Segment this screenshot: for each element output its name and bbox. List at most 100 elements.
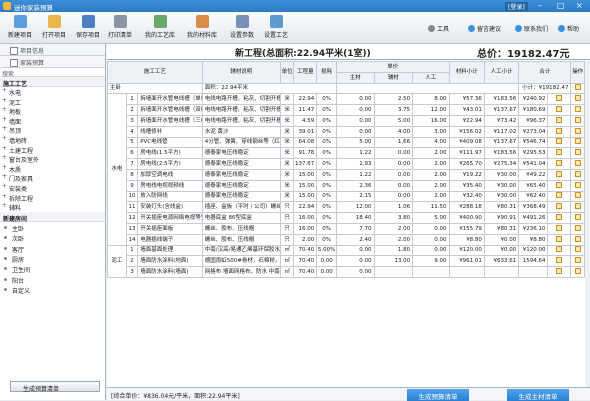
edit-icon[interactable] <box>574 106 581 113</box>
tab-project-info[interactable]: 项目信息 <box>0 44 105 56</box>
edit-icon[interactable] <box>574 203 581 210</box>
room-tree-header[interactable]: 新建房间 <box>0 211 105 223</box>
edit-icon[interactable] <box>574 246 581 253</box>
generate-budget-button[interactable]: 生成预算清单 <box>10 381 100 393</box>
checkbox-icon[interactable] <box>556 170 563 177</box>
my-craft-library-button[interactable]: 我的工艺库 <box>140 14 180 42</box>
table-row[interactable]: 12开关插座电源网络电视等安装电器底盒 86型底盒只16.000%18.403.… <box>108 212 585 224</box>
craft-item[interactable]: 地板 <box>0 106 105 116</box>
help-button[interactable]: 帮助 <box>558 24 579 33</box>
checkbox-icon[interactable] <box>556 257 563 264</box>
room-item[interactable]: 自定义 <box>0 284 105 295</box>
checkbox-icon[interactable] <box>556 138 563 145</box>
print-list-button[interactable]: 打印清单 <box>100 14 140 42</box>
table-row[interactable]: 泥工1墙面基面处理中南/汉高/易通乙烯基环保胶水，羊毛筒、滚筒等㎡70.405.… <box>107 244 585 278</box>
checkbox-icon[interactable] <box>556 192 563 199</box>
table-row[interactable]: 水电1拆墙面开水管电线槽（单线）电线电路开槽、粘灰、切割开槽米22.940%0.… <box>107 93 585 246</box>
table-row[interactable]: 5PVC电线管4分管、弹簧、穿线钢丝等（红 蓝管），接头、胶水等米64.080%… <box>108 136 585 149</box>
table-row[interactable]: 4 线槽修补 水泥 黄沙米 39.01 0% 0.00 4.00 3.00 ¥156.02 ¥11… <box>108 125 585 138</box>
checkbox-icon[interactable] <box>556 95 563 102</box>
craft-item[interactable]: 安装类 <box>0 183 105 193</box>
craft-item[interactable]: 拆除工程 <box>0 193 105 203</box>
my-material-library-button[interactable]: 我的材料库 <box>182 14 222 42</box>
row-total: ¥295.53 <box>518 147 549 160</box>
table-row[interactable]: 8 加厚空调电线 德泰家电压线稳定米 15.00 0% 1.22 0.00 2.00 ¥19.2… <box>108 168 585 181</box>
tab-home-budget[interactable]: 家装预算 <box>0 56 105 68</box>
tools-button[interactable]: 工具 <box>428 24 449 33</box>
edit-icon[interactable] <box>574 170 581 177</box>
room-item[interactable]: 卫生间 <box>0 263 105 274</box>
edit-icon[interactable] <box>574 268 581 275</box>
craft-item[interactable]: 吊顶 <box>0 125 105 135</box>
table-row[interactable]: 13 开关插座面板 螺丝、胶布、压线帽只 16.00 0% 7.70 2.00 0.00 ¥15… <box>108 222 585 235</box>
craft-item[interactable]: 木质 <box>0 164 105 174</box>
craft-item[interactable]: 门及家具 <box>0 173 105 183</box>
checkbox-icon[interactable] <box>556 235 563 242</box>
generate-material-list-button[interactable]: 生成主材清单 <box>507 389 569 401</box>
checkbox-icon[interactable] <box>556 160 563 167</box>
checkbox-icon[interactable] <box>556 203 563 210</box>
room-item[interactable]: 次卧 <box>0 232 105 243</box>
row-op <box>570 222 585 235</box>
craft-item[interactable]: 土建工程 <box>0 145 105 155</box>
checkbox-icon[interactable] <box>556 224 563 231</box>
craft-item[interactable]: 窗台及室外 <box>0 154 105 164</box>
table-row[interactable]: 2墙面防水涂料(地面)德国雨虹500#卷材，石棉粉，易士高、地砖粘剂(M20)环… <box>108 255 585 268</box>
checkbox-icon[interactable] <box>556 149 563 156</box>
room-item[interactable]: 阳台 <box>0 274 105 285</box>
row-loss: 0% <box>316 201 338 214</box>
edit-icon[interactable] <box>574 138 581 145</box>
craft-item[interactable]: 墙地砖 <box>0 135 105 145</box>
feedback-button[interactable]: 留言建议 <box>468 24 501 33</box>
room-item[interactable]: 客厅 <box>0 243 105 254</box>
table-row[interactable]: 2拆墙面开水管电线槽（双线）电线电路开槽、粘灰、切割开槽米11.470%0.00… <box>108 104 585 116</box>
edit-icon[interactable] <box>574 235 581 242</box>
table-row[interactable]: 10 放入防网线 德泰家电压线稳定米 15.00 0% 2.15 0.00 2.00 ¥32.4… <box>108 190 585 203</box>
craft-item[interactable]: 泥工 <box>0 97 105 107</box>
craft-item[interactable]: 水电 <box>0 87 105 97</box>
edit-icon[interactable] <box>574 116 581 123</box>
contact-button[interactable]: 联系我们 <box>515 24 548 33</box>
checkbox-icon[interactable] <box>556 246 563 253</box>
checkbox-icon[interactable] <box>556 268 563 275</box>
checkbox-icon[interactable] <box>556 116 563 123</box>
table-row[interactable]: 9 房电线电视视频线 德泰家电压线稳定米 15.00 0% 2.36 0.00 2.00 ¥35… <box>108 179 585 192</box>
craft-item[interactable]: 墙面 <box>0 116 105 126</box>
edit-icon[interactable] <box>574 224 581 231</box>
room-item[interactable]: 厨房 <box>0 253 105 264</box>
edit-icon[interactable] <box>574 160 581 167</box>
row-unit: 米 <box>279 158 295 170</box>
close-icon[interactable]: × <box>576 1 583 10</box>
row-main: 0.00 <box>336 266 375 278</box>
edit-icon[interactable] <box>574 84 581 91</box>
minimize-icon[interactable]: – <box>538 1 542 10</box>
checkbox-icon[interactable] <box>556 127 563 134</box>
checkbox-icon[interactable] <box>556 181 563 188</box>
vertical-scrollbar[interactable] <box>585 61 590 387</box>
edit-icon[interactable] <box>574 257 581 264</box>
login-link[interactable]: [登录] <box>505 2 528 11</box>
table-row[interactable]: 14 电器插线端子 螺丝、胶布、压线帽只 2.00 0% 2.40 2.00 0.00 ¥8.8… <box>108 233 585 246</box>
table-row[interactable]: 7 房电线(2.5平方) 德泰家电压线稳定米 137.67 0% 1.93 0.00 2.00… <box>108 158 585 170</box>
edit-icon[interactable] <box>574 149 581 156</box>
search-input[interactable]: 搜索 <box>0 68 105 78</box>
craft-item[interactable]: 辅料 <box>0 202 105 212</box>
craft-tree-header[interactable]: 施工工艺 <box>0 77 105 88</box>
table-row[interactable]: 3墙面防水涂料(墙面)网格布 墙面网格布，防水 中南 801胶水㎡70.400.… <box>108 266 585 278</box>
table-row[interactable]: 3拆墙面开水管电线槽（三线）电线电路开槽、粘灰、切割开槽米4.590%0.005… <box>108 114 585 127</box>
row-mat-sub: ¥19.22 <box>448 168 485 181</box>
edit-icon[interactable] <box>574 95 581 102</box>
checkbox-icon[interactable] <box>556 106 563 113</box>
settings-craft-button[interactable]: 设置工艺 <box>256 14 296 42</box>
generate-budget-list-button[interactable]: 生成预算清单 <box>407 389 469 401</box>
table-row[interactable]: 11安装灯头(含线盒)插座、盒板（平时 / 公司）螺丝、胶布、开关只22.940… <box>108 201 585 214</box>
maximize-icon[interactable]: □ <box>557 1 565 10</box>
edit-icon[interactable] <box>574 181 581 188</box>
room-row[interactable]: 主卧 面积：22.94平米 小计：¥19182.47 <box>107 82 585 95</box>
edit-icon[interactable] <box>574 127 581 134</box>
room-item[interactable]: 主卧 <box>0 222 105 233</box>
table-row[interactable]: 6 房电线(1.5平方) 德泰家电压线稳定米 91.78 0% 1.22 0.00 2.00 ¥… <box>108 147 585 160</box>
checkbox-icon[interactable] <box>556 214 563 221</box>
edit-icon[interactable] <box>574 192 581 199</box>
edit-icon[interactable] <box>574 214 581 221</box>
